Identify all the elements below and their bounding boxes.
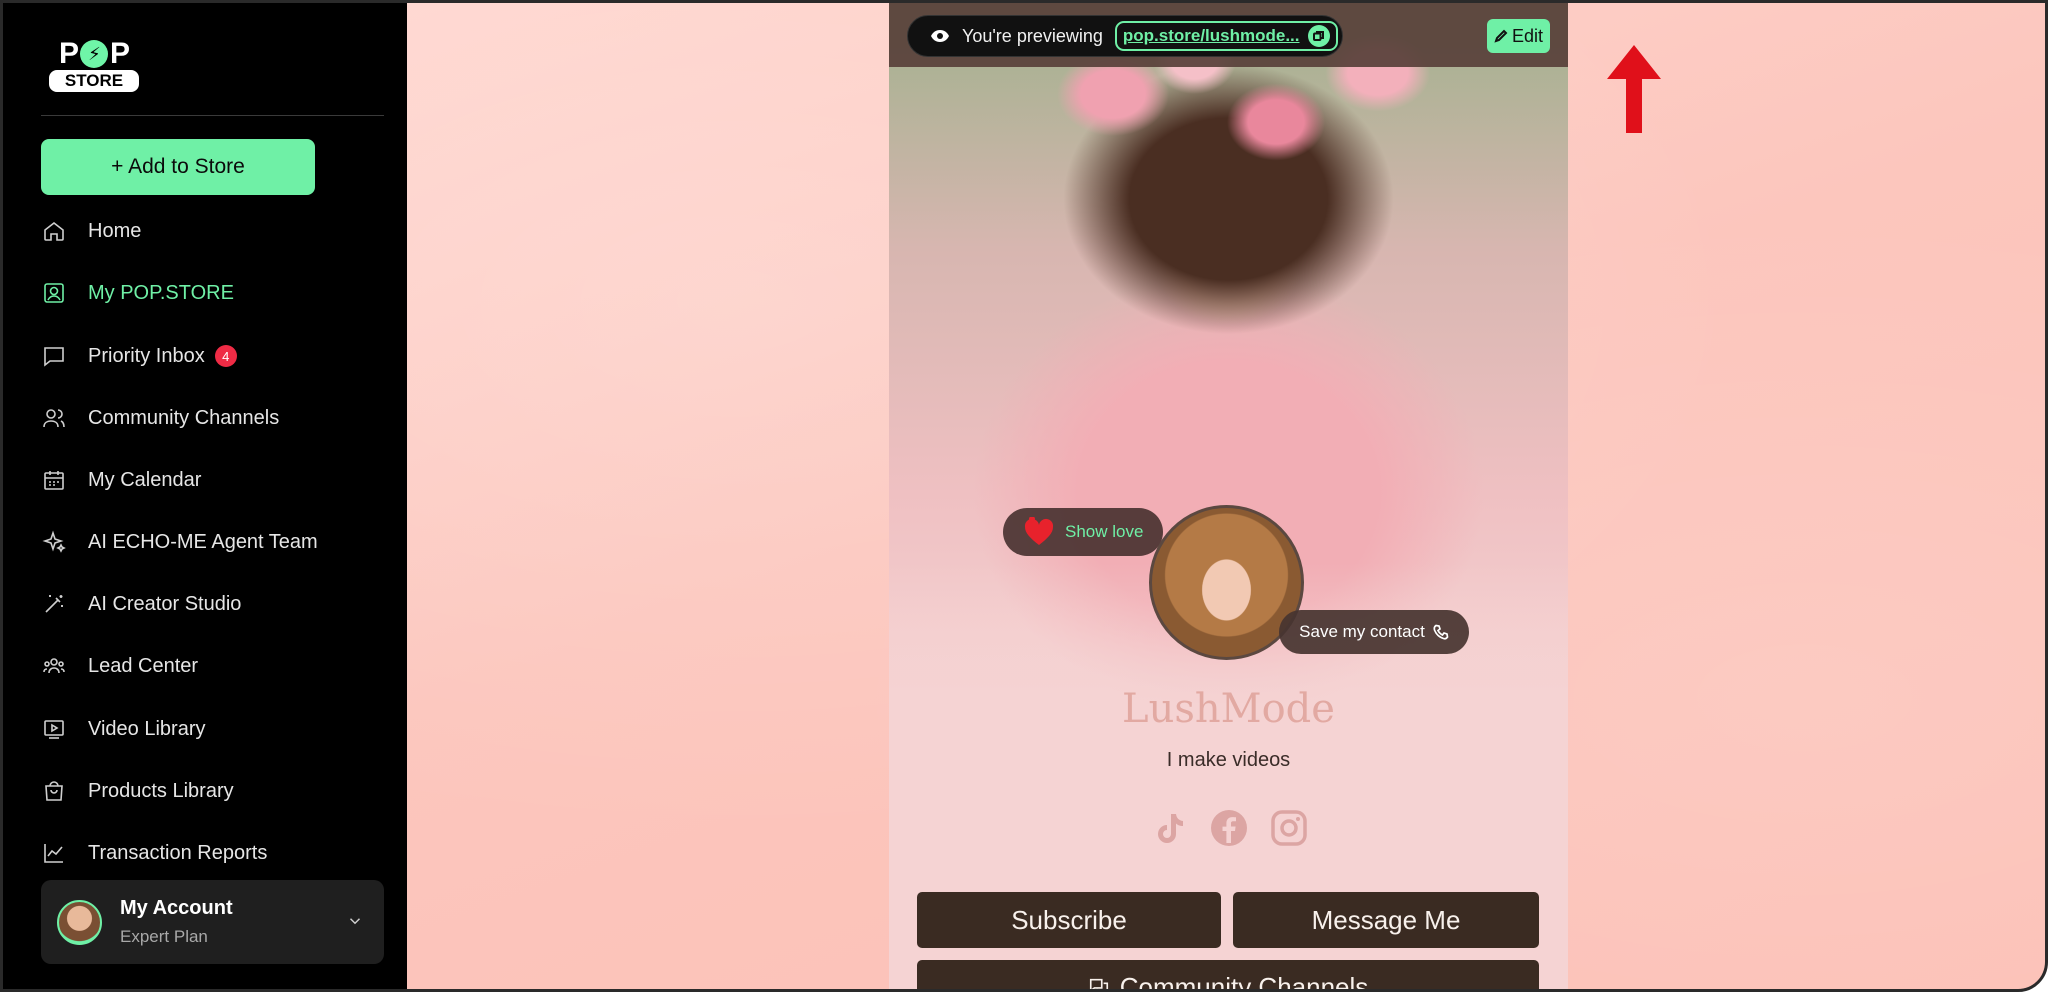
sidebar-divider xyxy=(41,115,384,116)
sidebar-item-priority-inbox[interactable]: Priority Inbox 4 xyxy=(41,334,381,378)
preview-pill: You're previewing pop.store/lushmode... xyxy=(907,15,1343,57)
sidebar-item-my-pop-store[interactable]: My POP.STORE xyxy=(41,271,381,315)
store-url-link[interactable]: pop.store/lushmode... xyxy=(1114,21,1338,51)
sidebar-item-home[interactable]: Home xyxy=(41,209,381,253)
store-name: LushMode xyxy=(1122,686,1335,732)
chat-icon xyxy=(41,343,67,369)
sidebar-item-products-library[interactable]: Products Library xyxy=(41,769,381,813)
annotation-arrow-icon xyxy=(1607,45,1661,133)
sidebar-item-label: Priority Inbox xyxy=(88,344,205,367)
app-window: P ⚡ P STORE + Add to Store Home My POP.S… xyxy=(0,0,2048,992)
sidebar-item-label: Community Channels xyxy=(88,406,280,429)
sidebar-item-lead-center[interactable]: Lead Center xyxy=(41,644,381,688)
sidebar-item-video-library[interactable]: Video Library xyxy=(41,707,381,751)
instagram-icon[interactable] xyxy=(1269,808,1309,848)
pop-store-logo[interactable]: P ⚡ P STORE xyxy=(49,37,139,92)
show-love-button[interactable]: Show love xyxy=(1003,508,1163,556)
magic-wand-icon xyxy=(41,591,67,617)
sidebar-item-ai-echo-me[interactable]: AI ECHO-ME Agent Team xyxy=(41,520,381,564)
account-menu[interactable]: My Account Expert Plan xyxy=(41,880,384,964)
store-preview: You're previewing pop.store/lushmode... … xyxy=(889,3,1568,989)
facebook-icon[interactable] xyxy=(1209,808,1249,848)
sidebar-item-label: Products Library xyxy=(88,779,234,802)
sidebar-item-label: Video Library xyxy=(88,717,206,740)
calendar-icon xyxy=(41,467,67,493)
chat-icon xyxy=(1089,978,1108,989)
pencil-icon xyxy=(1494,29,1508,43)
save-contact-button[interactable]: Save my contact xyxy=(1279,610,1469,654)
sidebar: P ⚡ P STORE + Add to Store Home My POP.S… xyxy=(3,3,407,989)
sidebar-item-label: Transaction Reports xyxy=(88,841,268,864)
sidebar-item-label: Home xyxy=(88,219,142,242)
avatar xyxy=(57,900,102,945)
add-to-store-button[interactable]: + Add to Store xyxy=(41,139,315,195)
users-icon xyxy=(41,405,67,431)
bolt-icon: ⚡ xyxy=(80,40,108,68)
main-preview-area: You're previewing pop.store/lushmode... … xyxy=(407,3,2045,989)
copy-icon[interactable] xyxy=(1307,25,1330,47)
user-square-icon xyxy=(41,280,67,306)
phone-icon xyxy=(1433,624,1449,640)
sidebar-item-label: AI ECHO-ME Agent Team xyxy=(88,530,318,553)
unread-badge: 4 xyxy=(214,345,237,367)
account-plan: Expert Plan xyxy=(120,927,208,946)
community-channels-button[interactable]: Community Channels xyxy=(917,960,1539,989)
store-bio: I make videos xyxy=(1166,749,1291,771)
chart-line-icon xyxy=(41,840,67,866)
heart-icon xyxy=(1024,517,1054,545)
sidebar-item-label: My POP.STORE xyxy=(88,281,234,304)
preview-label: You're previewing xyxy=(962,25,1103,46)
eye-icon xyxy=(931,30,949,42)
sidebar-item-ai-creator-studio[interactable]: AI Creator Studio xyxy=(41,582,381,626)
home-icon xyxy=(41,218,67,244)
subscribe-button[interactable]: Subscribe xyxy=(917,892,1221,948)
sidebar-item-my-calendar[interactable]: My Calendar xyxy=(41,458,381,502)
sidebar-item-label: AI Creator Studio xyxy=(88,592,242,615)
sparkle-icon xyxy=(41,529,67,555)
message-me-button[interactable]: Message Me xyxy=(1233,892,1539,948)
preview-bar: You're previewing pop.store/lushmode... … xyxy=(889,3,1568,67)
sidebar-item-label: Lead Center xyxy=(88,654,199,677)
edit-button[interactable]: Edit xyxy=(1487,19,1550,53)
tiktok-icon[interactable] xyxy=(1149,808,1189,848)
chevron-down-icon xyxy=(346,912,364,930)
social-links xyxy=(889,808,1568,852)
sidebar-item-community-channels[interactable]: Community Channels xyxy=(41,396,381,440)
video-icon xyxy=(41,716,67,742)
bag-icon xyxy=(41,778,67,804)
sidebar-item-label: My Calendar xyxy=(88,468,202,491)
sidebar-item-transaction-reports[interactable]: Transaction Reports xyxy=(41,831,381,875)
group-icon xyxy=(41,653,67,679)
account-name: My Account xyxy=(120,897,233,919)
